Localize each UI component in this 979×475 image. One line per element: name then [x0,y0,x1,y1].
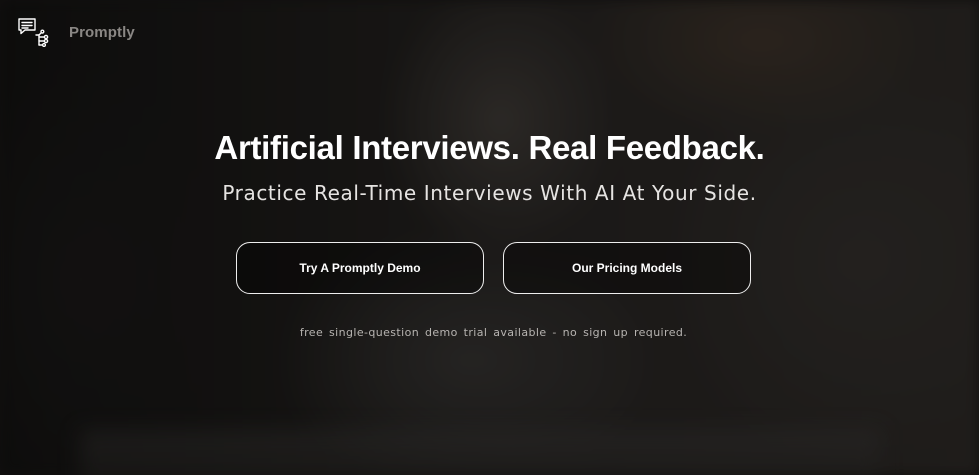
hero-headline: Artificial Interviews. Real Feedback. [214,129,765,166]
brand-name: Promptly [69,23,135,41]
chat-network-icon [18,18,49,47]
background-overlay [0,0,979,475]
hero-subheadline: Practice Real-Time Interviews With AI At… [222,181,757,205]
pricing-models-button[interactable]: Our Pricing Models [503,242,751,294]
landing-page: Promptly Artificial Interviews. Real Fee… [0,0,979,475]
demo-trial-note: free single-question demo trial availabl… [299,326,688,339]
brand-logo-link[interactable]: Promptly [17,17,135,47]
try-demo-button[interactable]: Try A Promptly Demo [236,242,484,294]
